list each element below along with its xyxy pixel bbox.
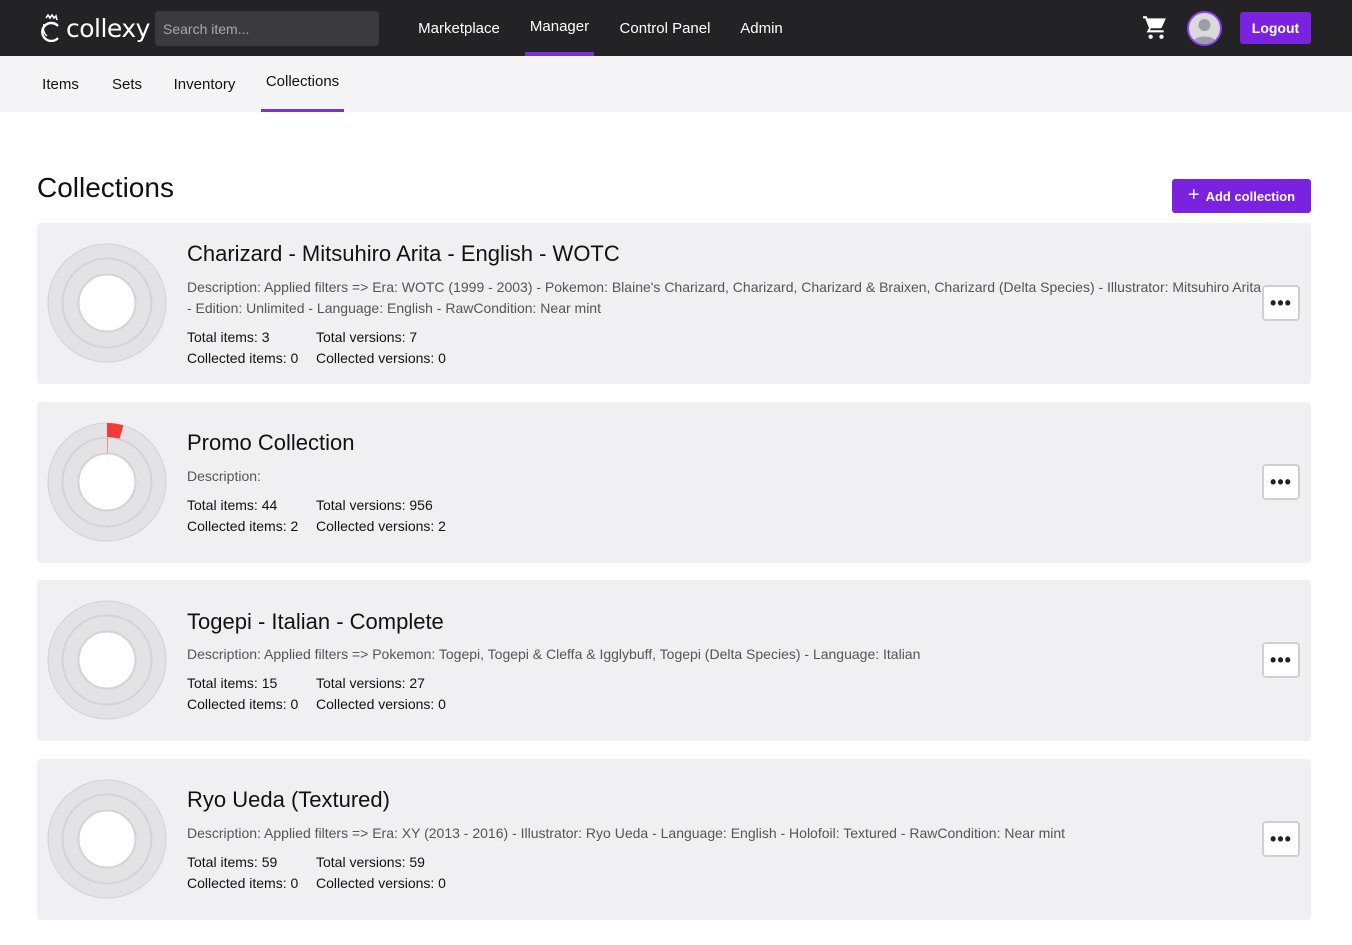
more-options-button[interactable]: ••• <box>1262 821 1300 857</box>
total-versions: Total versions: 59 <box>316 854 425 870</box>
add-collection-button[interactable]: + Add collection <box>1172 179 1311 213</box>
collection-progress-ring <box>47 422 167 542</box>
collected-versions: Collected versions: 2 <box>316 518 446 534</box>
collection-card[interactable]: Charizard - Mitsuhiro Arita - English - … <box>37 223 1311 384</box>
brand-logo[interactable]: collexy <box>38 12 150 44</box>
collection-card[interactable]: Promo Collection Description: Total item… <box>37 402 1311 563</box>
collection-description: Description: Applied filters => Era: XY … <box>187 825 1066 841</box>
more-icon: ••• <box>1270 649 1292 670</box>
logo-text: collexy <box>66 13 150 43</box>
user-avatar[interactable] <box>1187 11 1222 46</box>
collection-description: Description: <box>187 468 261 484</box>
user-avatar-icon <box>1192 19 1217 44</box>
page-title: Collections <box>37 172 174 203</box>
top-navbar: collexy Marketplace Manager Control Pane… <box>0 0 1352 56</box>
collected-versions: Collected versions: 0 <box>316 875 446 891</box>
collection-title[interactable]: Promo Collection <box>187 430 355 456</box>
cart-icon[interactable] <box>1142 14 1168 40</box>
collection-progress-ring <box>47 779 167 899</box>
total-items: Total items: 3 <box>187 329 270 345</box>
total-items: Total items: 15 <box>187 675 278 691</box>
ring-center <box>78 810 136 868</box>
collection-progress-ring <box>47 243 167 363</box>
collection-description: Description: Applied filters => Era: WOT… <box>187 279 1262 316</box>
collected-items: Collected items: 0 <box>187 875 299 891</box>
logout-button[interactable]: Logout <box>1240 12 1311 44</box>
more-options-button[interactable]: ••• <box>1262 285 1300 321</box>
nav-control-panel[interactable]: Control Panel <box>613 0 717 56</box>
collection-description: Description: Applied filters => Pokemon:… <box>187 646 921 662</box>
collected-versions: Collected versions: 0 <box>316 350 446 366</box>
collection-title[interactable]: Charizard - Mitsuhiro Arita - English - … <box>187 241 620 267</box>
collected-items: Collected items: 0 <box>187 350 299 366</box>
total-items: Total items: 59 <box>187 854 278 870</box>
collection-card[interactable]: Ryo Ueda (Textured) Description: Applied… <box>37 759 1311 920</box>
search-input[interactable] <box>155 11 379 46</box>
more-options-button[interactable]: ••• <box>1262 464 1300 500</box>
add-collection-label: Add collection <box>1205 188 1296 204</box>
collection-progress-ring <box>47 600 167 720</box>
more-options-button[interactable]: ••• <box>1262 642 1300 678</box>
tab-inventory[interactable]: Inventory <box>168 56 241 112</box>
ring-center <box>78 274 136 332</box>
collection-title[interactable]: Togepi - Italian - Complete <box>187 609 444 635</box>
more-icon: ••• <box>1270 292 1292 313</box>
logo-icon <box>41 14 59 42</box>
more-icon: ••• <box>1270 828 1292 849</box>
nav-manager[interactable]: Manager <box>525 0 594 56</box>
collected-versions: Collected versions: 0 <box>316 696 446 712</box>
total-versions: Total versions: 7 <box>316 329 418 345</box>
tab-sets[interactable]: Sets <box>106 56 148 112</box>
total-versions: Total versions: 27 <box>316 675 425 691</box>
plus-icon: + <box>1187 184 1200 206</box>
total-versions: Total versions: 956 <box>316 497 433 513</box>
collection-title[interactable]: Ryo Ueda (Textured) <box>187 787 390 813</box>
collected-items: Collected items: 2 <box>187 518 299 534</box>
nav-marketplace[interactable]: Marketplace <box>412 0 506 56</box>
more-icon: ••• <box>1270 471 1292 492</box>
collected-items: Collected items: 0 <box>187 696 299 712</box>
ring-center <box>78 631 136 689</box>
collection-card[interactable]: Togepi - Italian - Complete Description:… <box>37 580 1311 741</box>
nav-admin[interactable]: Admin <box>734 0 789 56</box>
total-items: Total items: 44 <box>187 497 278 513</box>
sub-navbar: Items Sets Inventory Collections <box>0 56 1352 112</box>
ring-center <box>78 453 136 511</box>
tab-items[interactable]: Items <box>37 56 84 112</box>
tab-collections[interactable]: Collections <box>261 56 344 112</box>
